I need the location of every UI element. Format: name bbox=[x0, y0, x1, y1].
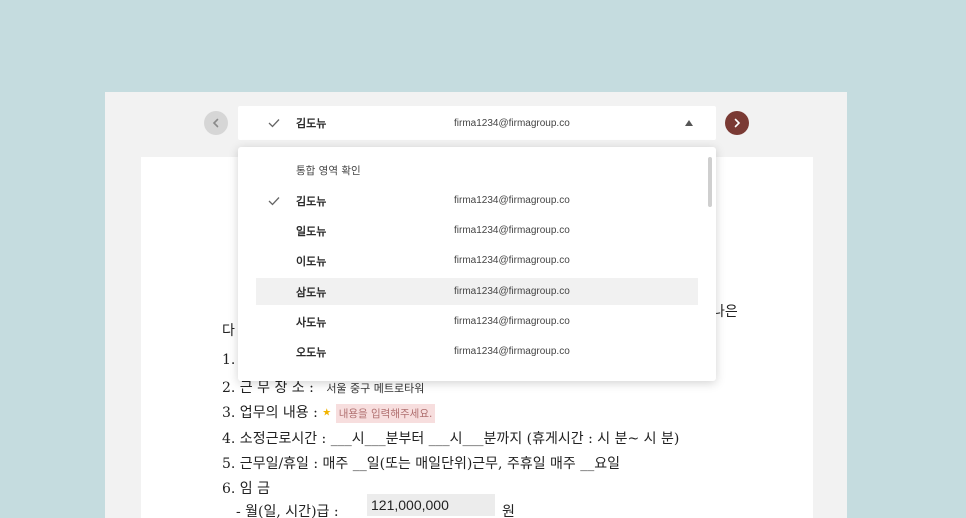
selected-signer-email: firma1234@firmagroup.co bbox=[454, 117, 570, 129]
signer-option[interactable]: 김도뉴 firma1234@firmagroup.co bbox=[256, 187, 698, 214]
selected-signer-name: 김도뉴 bbox=[296, 117, 327, 130]
signer-option[interactable]: 오도뉴 firma1234@firmagroup.co bbox=[256, 338, 698, 365]
chevron-left-icon bbox=[212, 118, 219, 128]
wage-label: - 월(일, 시간)급 : bbox=[236, 504, 339, 518]
signer-option-email: firma1234@firmagroup.co bbox=[454, 286, 570, 297]
signer-option-email: firma1234@firmagroup.co bbox=[454, 255, 570, 266]
signer-option-name: 이도뉴 bbox=[296, 254, 327, 268]
previous-signer-button[interactable] bbox=[204, 111, 228, 135]
signer-option-name: 김도뉴 bbox=[296, 194, 327, 208]
signer-option[interactable]: 일도뉴 firma1234@firmagroup.co bbox=[256, 217, 698, 244]
doc-item-5: 5. 근무일/휴일 : 매주 __일(또는 매일단위)근무, 주휴일 매주 __… bbox=[222, 456, 621, 472]
wage-amount-input[interactable]: 121,000,000 bbox=[367, 494, 495, 516]
chevron-right-icon bbox=[734, 118, 741, 128]
job-description-label: 3. 업무의 내용 : bbox=[222, 405, 318, 421]
doc-item-3: 3. 업무의 내용 : ★ 내용을 입력해주세요. bbox=[222, 402, 436, 423]
signer-option[interactable]: 이도뉴 firma1234@firmagroup.co bbox=[256, 247, 698, 274]
signer-option-hovered[interactable]: 삼도뉴 firma1234@firmagroup.co bbox=[256, 278, 698, 305]
signer-option-email: firma1234@firmagroup.co bbox=[454, 346, 570, 357]
doc-item-4: 4. 소정근로시간 : ___시___분부터 ___시___분까지 (휴게시간 … bbox=[222, 431, 680, 447]
signer-option-email: firma1234@firmagroup.co bbox=[454, 316, 570, 327]
signer-option[interactable]: 사도뉴 firma1234@firmagroup.co bbox=[256, 308, 698, 335]
dropdown-scrollbar[interactable] bbox=[708, 157, 712, 207]
signer-option-name: 오도뉴 bbox=[296, 345, 327, 359]
work-place-label: 2. 근 무 장 소 : bbox=[222, 380, 314, 396]
signer-option-name: 일도뉴 bbox=[296, 224, 327, 238]
work-place-value: 서울 중구 메트로타워 bbox=[326, 382, 425, 395]
signer-option-name: 삼도뉴 bbox=[296, 285, 327, 299]
doc-item-6: 6. 임 금 bbox=[222, 481, 271, 497]
signer-option-email: firma1234@firmagroup.co bbox=[454, 225, 570, 236]
next-signer-button[interactable] bbox=[725, 111, 749, 135]
check-icon bbox=[268, 187, 280, 214]
dropdown-heading: 통합 영역 확인 bbox=[296, 165, 361, 177]
signer-option-name: 사도뉴 bbox=[296, 315, 327, 329]
signer-option-email: firma1234@firmagroup.co bbox=[454, 195, 570, 206]
job-description-input[interactable]: 내용을 입력해주세요. bbox=[335, 403, 436, 423]
wage-unit: 원 bbox=[502, 504, 515, 518]
required-star-icon: ★ bbox=[322, 407, 332, 419]
signer-dropdown: 통합 영역 확인 김도뉴 firma1234@firmagroup.co 일도뉴… bbox=[238, 147, 716, 381]
caret-up-icon bbox=[685, 120, 693, 126]
doc-fragment-left: 다 bbox=[222, 323, 235, 339]
doc-item-1: 1. bbox=[222, 352, 236, 368]
check-icon bbox=[268, 106, 280, 140]
signer-select[interactable]: 김도뉴 firma1234@firmagroup.co bbox=[238, 106, 716, 140]
